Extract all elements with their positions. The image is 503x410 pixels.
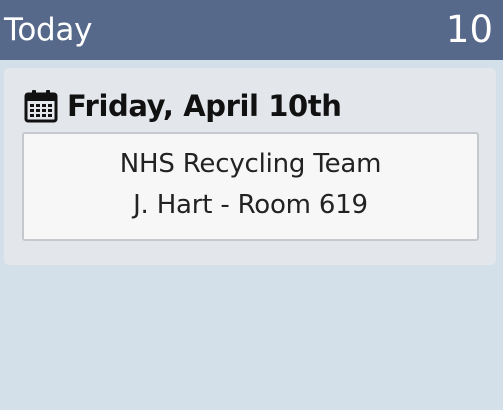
day-panel: Friday, April 10th NHS Recycling Team J.… [4, 68, 496, 265]
date-label: Friday, April 10th [67, 89, 342, 123]
event-subtitle: J. Hart - Room 619 [133, 190, 368, 220]
date-row: Friday, April 10th [24, 88, 342, 124]
header-title: Today [4, 12, 93, 48]
header-count: 10 [445, 8, 493, 51]
event-card[interactable]: NHS Recycling Team J. Hart - Room 619 [22, 132, 479, 241]
calendar-icon [24, 90, 58, 123]
today-widget: Today 10 Friday, April 10th NHS Recyclin… [0, 0, 503, 410]
event-title: NHS Recycling Team [119, 149, 382, 179]
widget-header: Today 10 [0, 0, 503, 60]
